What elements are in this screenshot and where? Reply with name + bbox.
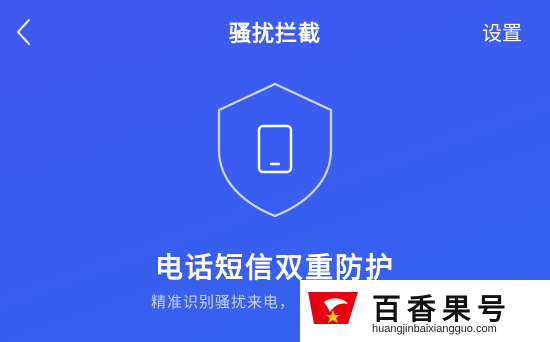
protection-subtext: 精准识别骚扰来电， xyxy=(151,293,296,311)
page-title: 骚扰拦截 xyxy=(228,22,321,47)
watermark-url: huangjinbaixiangguo.com xyxy=(372,323,497,335)
shield-phone-icon xyxy=(217,82,333,218)
top-bar: 骚扰拦截 设置 xyxy=(0,0,550,62)
watermark-logo-icon xyxy=(308,292,358,324)
watermark-name: 百香果号 xyxy=(372,292,513,326)
settings-button[interactable]: 设置 xyxy=(482,17,522,46)
watermark-badge: 百香果号 huangjinbaixiangguo.com xyxy=(300,280,550,342)
